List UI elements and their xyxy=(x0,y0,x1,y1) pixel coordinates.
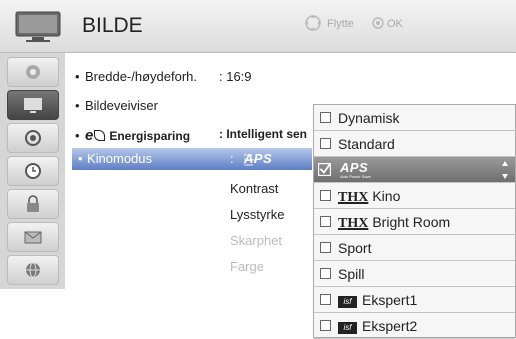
checkbox xyxy=(320,320,331,331)
checkbox xyxy=(320,138,331,149)
energy-label: Energisparing xyxy=(109,129,191,143)
picture-icon xyxy=(24,98,42,113)
option-label: THX Kino xyxy=(338,188,400,206)
option-game[interactable]: Spill xyxy=(314,261,515,287)
tv-icon xyxy=(15,11,61,42)
checkbox xyxy=(320,242,331,253)
scroll-arrows-icon xyxy=(502,161,508,179)
sidebar-item-picture[interactable] xyxy=(7,90,59,120)
aps-logo-subtext: Auto Power Save xyxy=(340,174,371,179)
category-sidebar xyxy=(0,53,65,289)
leaf-icon xyxy=(94,130,106,141)
options-icon xyxy=(24,231,42,244)
sub-item-brightness[interactable]: Lysstyrke xyxy=(230,207,284,222)
sub-item-color: Farge xyxy=(230,259,264,274)
option-label: Sport xyxy=(338,240,372,256)
option-label: isf Ekspert1 xyxy=(338,292,417,308)
picture-settings-icon xyxy=(26,65,40,79)
aspect-label: Bredde-/høydeforh. xyxy=(85,69,198,84)
sidebar-item-options[interactable] xyxy=(7,222,59,252)
bullet: • xyxy=(75,98,80,113)
globe-icon xyxy=(26,262,40,278)
lock-icon xyxy=(27,195,39,212)
sub-item-contrast[interactable]: Kontrast xyxy=(230,181,278,196)
option-text: Ekspert2 xyxy=(362,318,418,334)
option-thx-cinema[interactable]: THX Kino xyxy=(314,183,515,209)
menu-item-picture-wizard[interactable]: • Bildeveiviser xyxy=(75,98,158,113)
option-label: Dynamisk xyxy=(338,110,400,126)
option-text: Ekspert1 xyxy=(362,292,418,308)
picture-mode-dropdown[interactable]: Dynamisk Standard APS Auto Power Save TH… xyxy=(313,104,516,339)
aps-logo-text: APS xyxy=(340,160,369,175)
thx-logo: THX xyxy=(338,216,369,231)
aps-logo-subtext: Auto Power Save xyxy=(244,152,256,167)
sidebar-item-time[interactable] xyxy=(7,156,59,186)
energy-value: : Intelligent sen xyxy=(219,127,308,141)
sidebar-item-lock[interactable] xyxy=(7,189,59,219)
checkbox xyxy=(320,216,331,227)
sidebar-item-audio[interactable] xyxy=(7,123,59,153)
sidebar-item-network[interactable] xyxy=(7,255,59,285)
option-sport[interactable]: Sport xyxy=(314,235,515,261)
energy-icon: e xyxy=(85,127,94,144)
page-title: BILDE xyxy=(82,14,143,37)
menu-item-aspect[interactable]: • Bredde-/høydeforh. xyxy=(75,69,197,84)
option-label: Spill xyxy=(338,266,365,282)
speaker-icon xyxy=(25,130,41,146)
checkbox xyxy=(320,112,331,123)
aspect-value: : 16:9 xyxy=(219,69,252,84)
checkbox xyxy=(320,268,331,279)
move-icon xyxy=(305,15,321,31)
help-ok-text: OK xyxy=(387,18,403,30)
sub-item-sharpness: Skarphet xyxy=(230,233,283,248)
option-standard[interactable]: Standard xyxy=(314,131,515,157)
help-move-text: Flytte xyxy=(327,18,354,30)
bullet: • xyxy=(75,128,80,143)
mode-colon: : xyxy=(230,151,234,166)
option-expert2[interactable]: isf Ekspert2 xyxy=(314,313,515,339)
bullet: • xyxy=(75,69,80,84)
checkbox xyxy=(320,294,331,305)
sidebar-item-picture-settings[interactable] xyxy=(7,57,59,87)
menu-header: BILDE Flytte OK xyxy=(0,0,516,53)
menu-item-picture-mode[interactable]: • Kinomodus : APS Auto Power Save xyxy=(72,148,312,170)
option-label: isf Ekspert2 xyxy=(338,318,417,334)
checkmark-icon xyxy=(318,163,331,176)
option-expert1[interactable]: isf Ekspert1 xyxy=(314,287,515,313)
option-text: Bright Room xyxy=(372,214,451,230)
option-text: Kino xyxy=(372,188,401,204)
thx-logo: THX xyxy=(338,190,369,205)
isf-logo: isf xyxy=(338,322,357,334)
clock-icon xyxy=(25,163,41,179)
option-thx-bright-room[interactable]: THX Bright Room xyxy=(314,209,515,235)
option-aps[interactable]: APS Auto Power Save xyxy=(314,157,515,183)
option-dynamic[interactable]: Dynamisk xyxy=(314,105,515,131)
isf-logo: isf xyxy=(338,296,357,308)
ok-icon xyxy=(372,17,384,29)
wizard-label: Bildeveiviser xyxy=(85,98,158,113)
menu-item-energy-saving[interactable]: • e Energisparing xyxy=(75,127,190,144)
mode-label: Kinomodus xyxy=(87,151,153,166)
bullet: • xyxy=(78,151,83,166)
checkbox xyxy=(320,190,331,201)
aps-logo: APS Auto Power Save xyxy=(340,161,371,179)
option-label: Standard xyxy=(338,136,395,152)
option-label: THX Bright Room xyxy=(338,214,450,232)
